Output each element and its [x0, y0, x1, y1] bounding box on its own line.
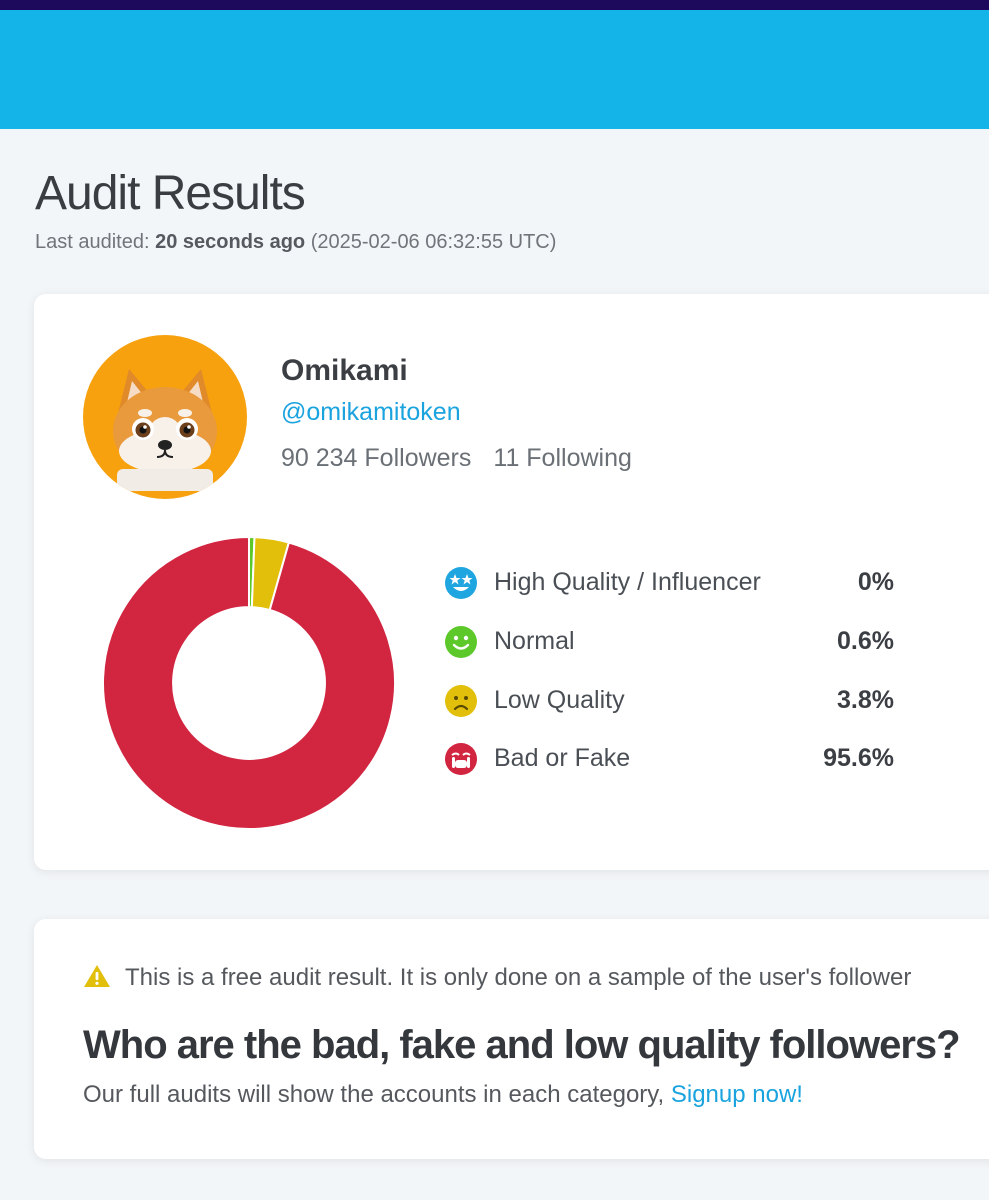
last-audited: Last audited: 20 seconds ago (2025-02-06… — [35, 231, 556, 254]
warning-text: This is a free audit result. It is only … — [125, 964, 912, 991]
page-title: Audit Results — [35, 167, 306, 220]
star-eyes-face-icon — [444, 566, 478, 605]
quality-donut-chart — [102, 535, 396, 830]
header-banner — [0, 10, 989, 129]
legend-label: Bad or Fake — [494, 744, 631, 772]
notice-card: This is a free audit result. It is only … — [34, 919, 989, 1159]
cta-title: Who are the bad, fake and low quality fo… — [83, 1023, 961, 1067]
last-audited-label: Last audited: — [35, 231, 150, 253]
profile-name: Omikami — [281, 354, 408, 387]
legend-value: 95.6% — [823, 744, 894, 772]
sad-face-icon — [444, 684, 478, 723]
profile-card: Omikami @omikamitoken 90 234 Followers 11… — [34, 294, 989, 870]
profile-handle-link[interactable]: @omikamitoken — [281, 398, 461, 427]
cta-text: Our full audits will show the accounts i… — [83, 1081, 803, 1109]
legend-label: Low Quality — [494, 686, 625, 714]
legend-row-normal: Normal 0.6% — [444, 621, 894, 661]
crying-face-icon — [444, 742, 478, 781]
free-audit-warning: This is a free audit result. It is only … — [83, 964, 911, 992]
last-audited-timestamp: (2025-02-06 06:32:55 UTC) — [310, 231, 557, 253]
last-audited-relative: 20 seconds ago — [155, 231, 306, 253]
legend-value: 0% — [857, 568, 894, 596]
legend-row-low-quality: Low Quality 3.8% — [444, 680, 894, 720]
top-strip — [0, 0, 989, 10]
signup-link[interactable]: Signup now! — [671, 1081, 803, 1108]
legend-row-bad-or-fake: Bad or Fake 95.6% — [444, 738, 894, 778]
followers-count: 90 234 Followers — [281, 444, 472, 472]
legend-row-high-quality: High Quality / Influencer 0% — [444, 562, 894, 602]
legend-label: High Quality / Influencer — [494, 568, 761, 596]
warning-triangle-icon — [84, 965, 110, 987]
donut-slice-bad-or-fake — [102, 535, 396, 830]
avatar — [83, 335, 247, 499]
profile-stats: 90 234 Followers 11 Following — [281, 444, 632, 473]
legend-value: 0.6% — [837, 627, 894, 655]
legend-value: 3.8% — [837, 686, 894, 714]
smile-face-icon — [444, 625, 478, 664]
shiba-dog-avatar-icon — [83, 335, 247, 499]
cta-description: Our full audits will show the accounts i… — [83, 1081, 665, 1108]
legend-label: Normal — [494, 627, 575, 655]
following-count: 11 Following — [493, 444, 632, 472]
